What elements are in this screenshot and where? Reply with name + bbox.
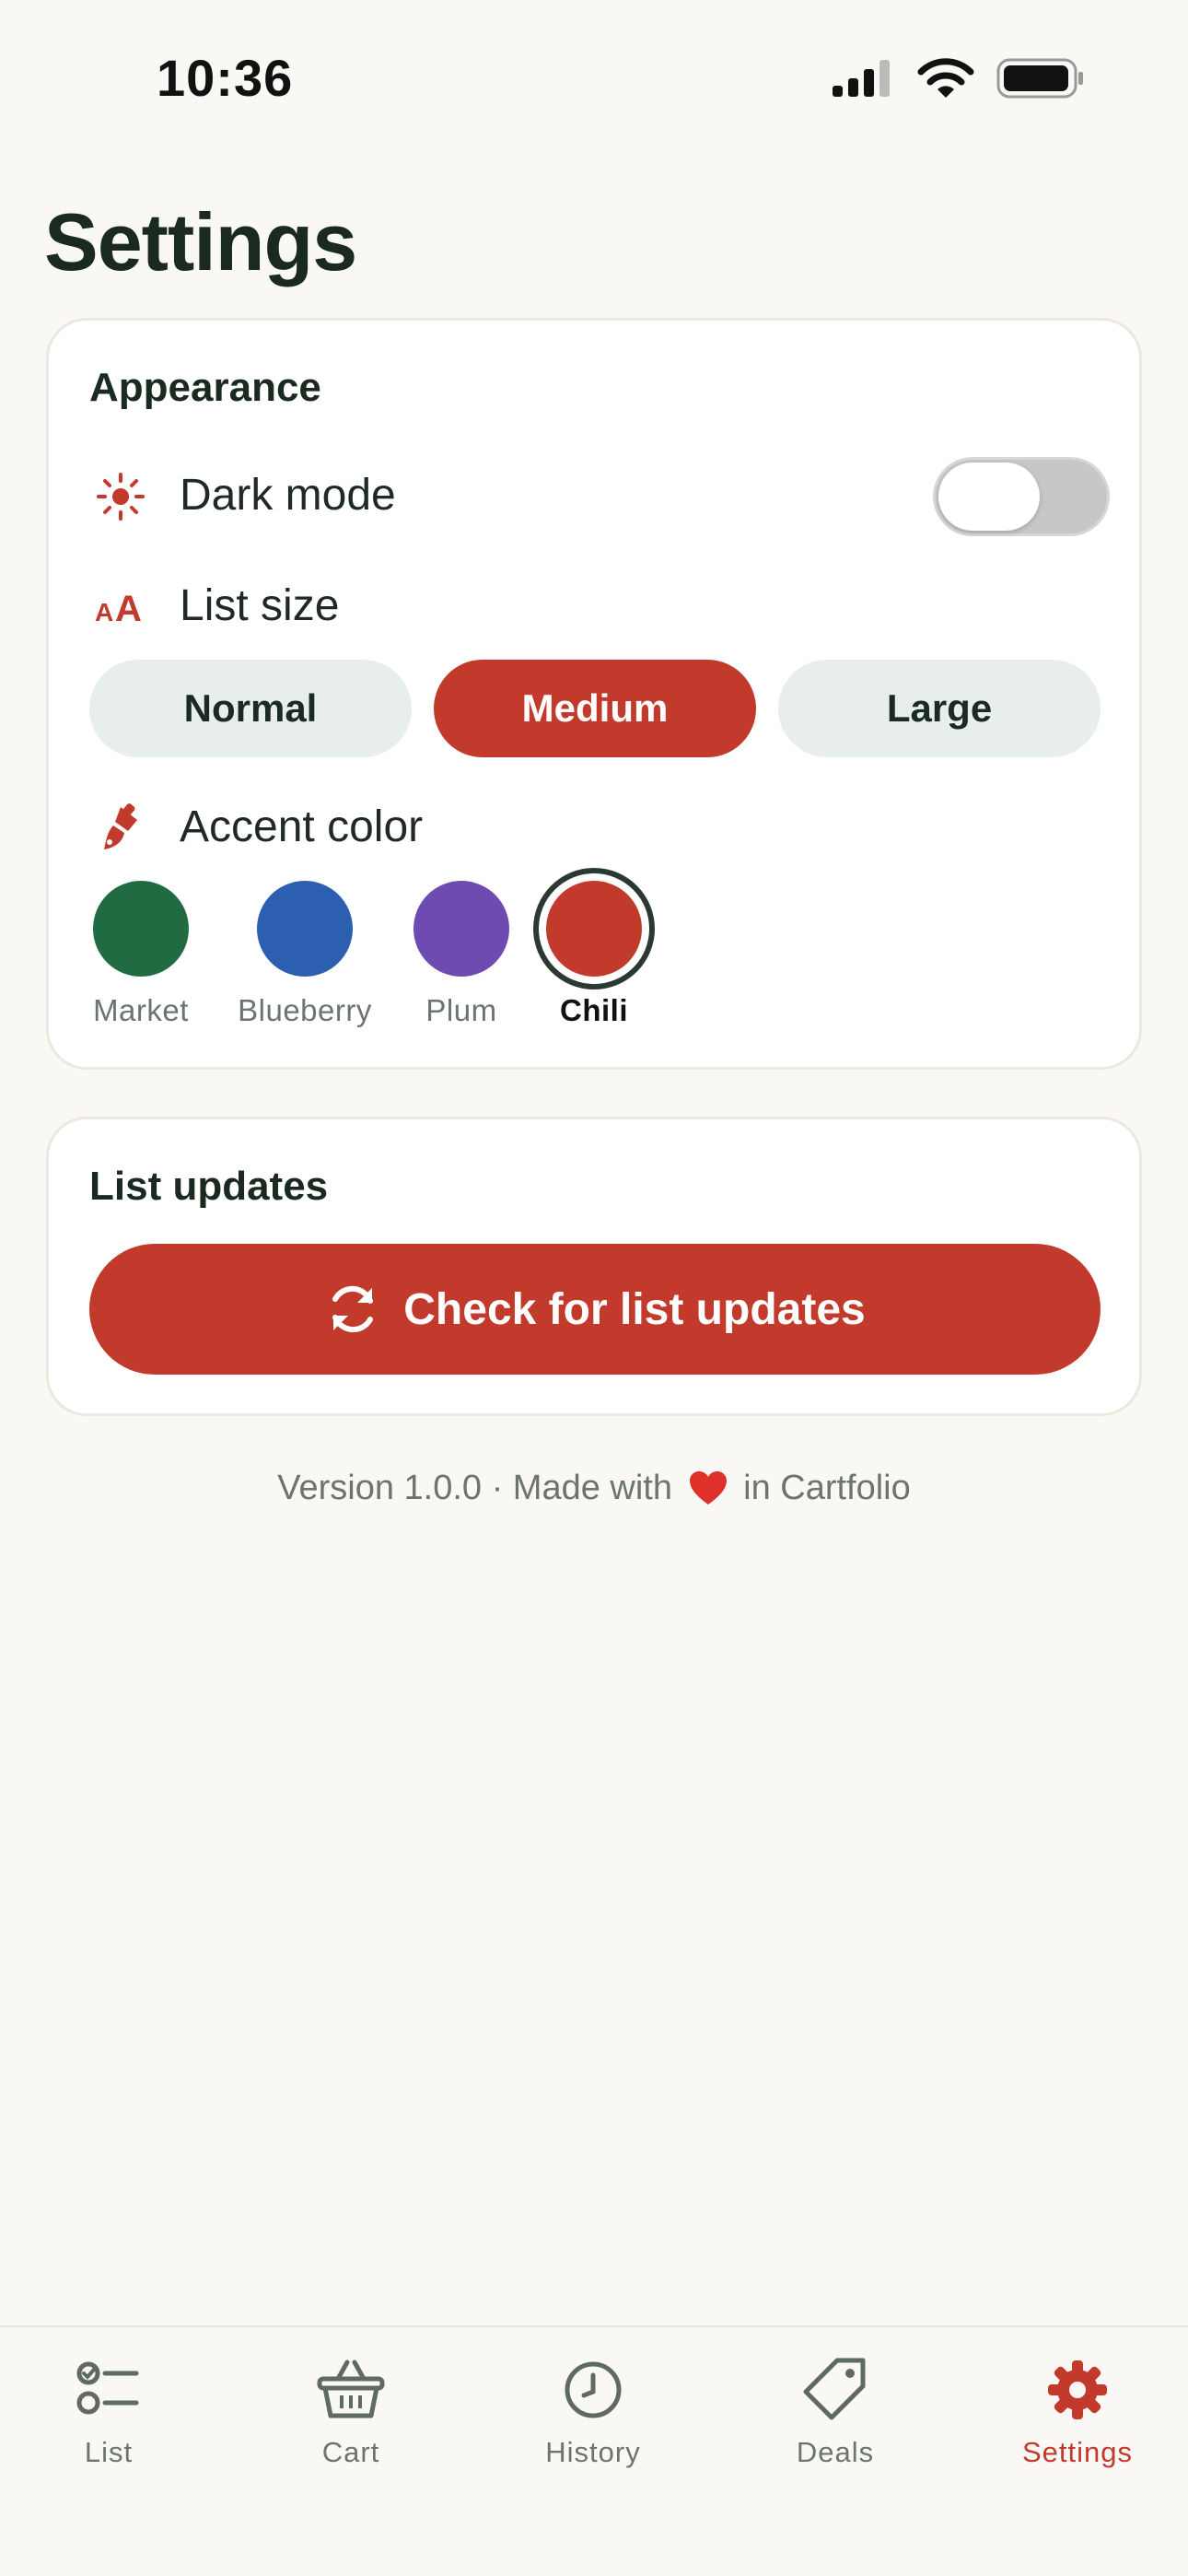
size-normal-button[interactable]: Normal [89, 660, 412, 757]
cellular-signal-icon [833, 60, 890, 97]
tab-settings[interactable]: Settings [985, 2355, 1170, 2502]
tab-settings-label: Settings [1021, 2436, 1133, 2468]
toggle-knob [938, 463, 1040, 531]
swatch-label-market: Market [93, 993, 189, 1027]
version-suffix: in Cartfolio [743, 1469, 911, 1507]
sun-icon [97, 473, 145, 521]
heart-icon [689, 1471, 727, 1505]
tag-icon [803, 2358, 866, 2420]
paintbrush-icon [104, 803, 137, 849]
check-updates-button[interactable]: Check for list updates [89, 1244, 1101, 1375]
wifi-icon [917, 58, 974, 98]
swatch-market[interactable] [93, 881, 189, 977]
text-size-icon: A A [95, 589, 142, 629]
refresh-icon [332, 1285, 374, 1333]
gear-icon [1048, 2360, 1107, 2419]
version-text: Version 1.0.0 · Made with [277, 1469, 672, 1507]
appearance-heading: Appearance [89, 365, 321, 410]
status-time: 10:36 [157, 49, 294, 107]
tab-bar: List Cart History Deals Settings [0, 2325, 1188, 2576]
clock-icon [565, 2361, 622, 2418]
basket-icon [317, 2359, 385, 2418]
appearance-card: Appearance Dark mode A A List size Norma… [46, 318, 1142, 1070]
swatch-label-chili: Chili [560, 993, 628, 1027]
status-bar: 10:36 [0, 0, 1188, 157]
check-updates-label: Check for list updates [403, 1284, 866, 1334]
tab-history[interactable]: History [501, 2355, 685, 2502]
svg-text:A: A [95, 598, 113, 626]
swatch-blueberry[interactable] [257, 881, 353, 977]
list-updates-heading: List updates [89, 1164, 329, 1209]
tab-list[interactable]: List [17, 2355, 201, 2502]
size-medium-button[interactable]: Medium [434, 660, 756, 757]
swatch-plum[interactable] [413, 881, 509, 977]
list-updates-card: List updates Check for list updates [46, 1117, 1142, 1416]
tab-deals[interactable]: Deals [743, 2355, 927, 2502]
tab-cart-label: Cart [321, 2436, 380, 2468]
status-icons [831, 57, 1085, 100]
version-footer: Version 1.0.0 · Made with in Cartfolio [0, 1469, 1188, 1508]
size-large-button[interactable]: Large [778, 660, 1101, 757]
dark-mode-toggle[interactable] [933, 457, 1110, 536]
swatch-chili[interactable] [546, 881, 642, 977]
tab-list-label: List [84, 2436, 134, 2468]
checklist-icon [76, 2361, 139, 2415]
dark-mode-label: Dark mode [180, 471, 396, 520]
tab-deals-label: Deals [796, 2436, 875, 2468]
battery-icon [996, 58, 1083, 99]
tab-history-label: History [545, 2436, 641, 2468]
accent-color-label: Accent color [180, 802, 424, 851]
svg-text:A: A [115, 589, 142, 629]
page-title: Settings [44, 196, 357, 287]
list-size-label: List size [180, 581, 340, 630]
tab-cart[interactable]: Cart [259, 2355, 443, 2502]
